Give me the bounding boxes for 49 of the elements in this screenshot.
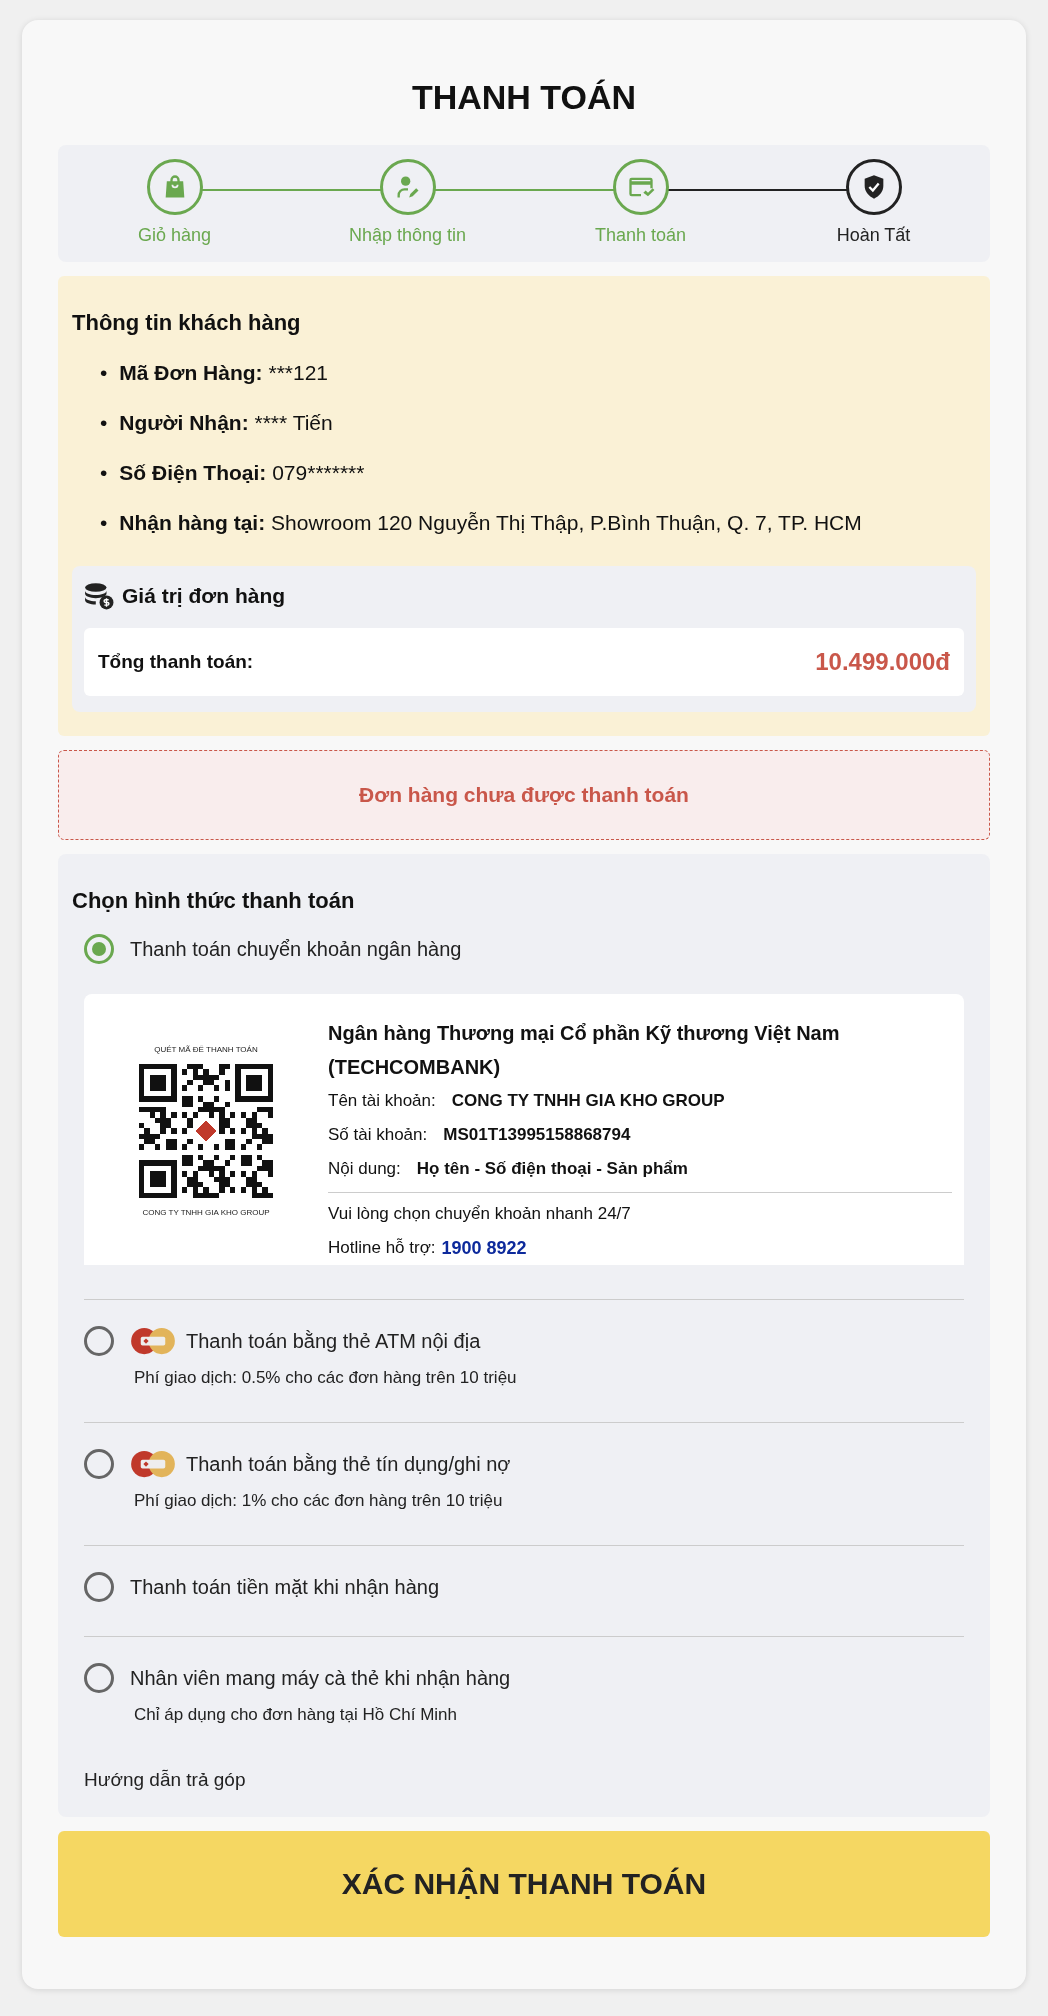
section-heading: Giá trị đơn hàng [122,584,286,608]
page-title: THANH TOÁN [410,78,638,117]
detail-value: MS01T13995158868794 [443,1124,631,1146]
detail-label: Nội dung: [328,1158,401,1180]
confirm-payment-button[interactable]: XÁC NHẬN THANH TOÁN [58,1831,990,1937]
transfer-note: Vui lòng chọn chuyển khoản nhanh 24/7 [328,1203,632,1225]
detail-value: Họ tên - Số điện thoại - Sản phẩm [416,1158,688,1180]
step-label: Thanh toán [594,225,687,246]
card-logo-icon [130,1327,176,1355]
option-note: Chỉ áp dụng cho đơn hàng tại Hồ Chí Minh [134,1705,459,1725]
info-item: Nhận hàng tại: Showroom 120 Nguyễn Thị Thập, P.Bình Thuận, Q. 7, TP. HCM [119,510,862,536]
detail-value: CONG TY TNHH GIA KHO GROUP [451,1090,725,1112]
section-heading: Chọn hình thức thanh toán [72,888,356,914]
total-label: Tổng thanh toán: [98,651,254,673]
bullet: • [100,410,108,436]
hotline-link[interactable]: 1900 8922 [441,1231,527,1265]
info-item: Người Nhận: **** Tiến [119,410,333,436]
total-amount: 10.499.000đ [815,648,950,676]
detail-label: Số tài khoản: [328,1124,428,1146]
radio-button[interactable] [84,1572,114,1602]
option-note: Phí giao dịch: 1% cho các đơn hàng trên 10 triệu [134,1491,504,1511]
bullet: • [100,360,108,386]
radio-button[interactable] [84,1326,114,1356]
payment-option-label[interactable]: Nhân viên mang máy cà thẻ khi nhận hàng [130,1666,511,1690]
payment-option-label[interactable]: Thanh toán chuyển khoản ngân hàng [130,937,462,961]
option-note: Phí giao dịch: 0.5% cho các đơn hàng trên 10 triệu [134,1368,518,1388]
radio-button[interactable] [84,1663,114,1693]
info-item: Số Điện Thoại: 079******* [119,460,365,486]
section-heading: Thông tin khách hàng [72,310,302,336]
payment-option-label[interactable]: Thanh toán bằng thẻ tín dụng/ghi nợ [186,1452,511,1476]
bank-name: Ngân hàng Thương mại Cổ phần Kỹ thương Việt Nam (TECHCOMBANK) [328,1021,841,1080]
hotline-label: Hotline hỗ trợ: [328,1237,436,1259]
step-label: Nhập thông tin [348,225,467,246]
bullet: • [100,460,108,486]
coins-icon [84,582,114,610]
payment-option-label[interactable]: Thanh toán tiền mặt khi nhận hàng [130,1575,440,1599]
radio-button[interactable] [84,934,114,964]
step-label: Giỏ hàng [137,225,212,246]
bullet: • [100,510,108,536]
info-item: Mã Đơn Hàng: ***121 [119,360,328,386]
radio-button[interactable] [84,1449,114,1479]
qr-caption: QUÉT MÃ ĐỂ THANH TOÁN [154,1044,258,1054]
payment-option-label[interactable]: Thanh toán bằng thẻ ATM nội địa [186,1329,481,1353]
detail-label: Tên tài khoản: [328,1090,436,1112]
card-logo-icon [130,1450,176,1478]
installment-guide-link[interactable]: Hướng dẫn trả góp [84,1769,964,1791]
qr-caption: CONG TY TNHH GIA KHO GROUP [142,1207,270,1217]
step-label: Hoàn Tất [836,225,911,246]
payment-status-alert: Đơn hàng chưa được thanh toán [58,750,990,840]
